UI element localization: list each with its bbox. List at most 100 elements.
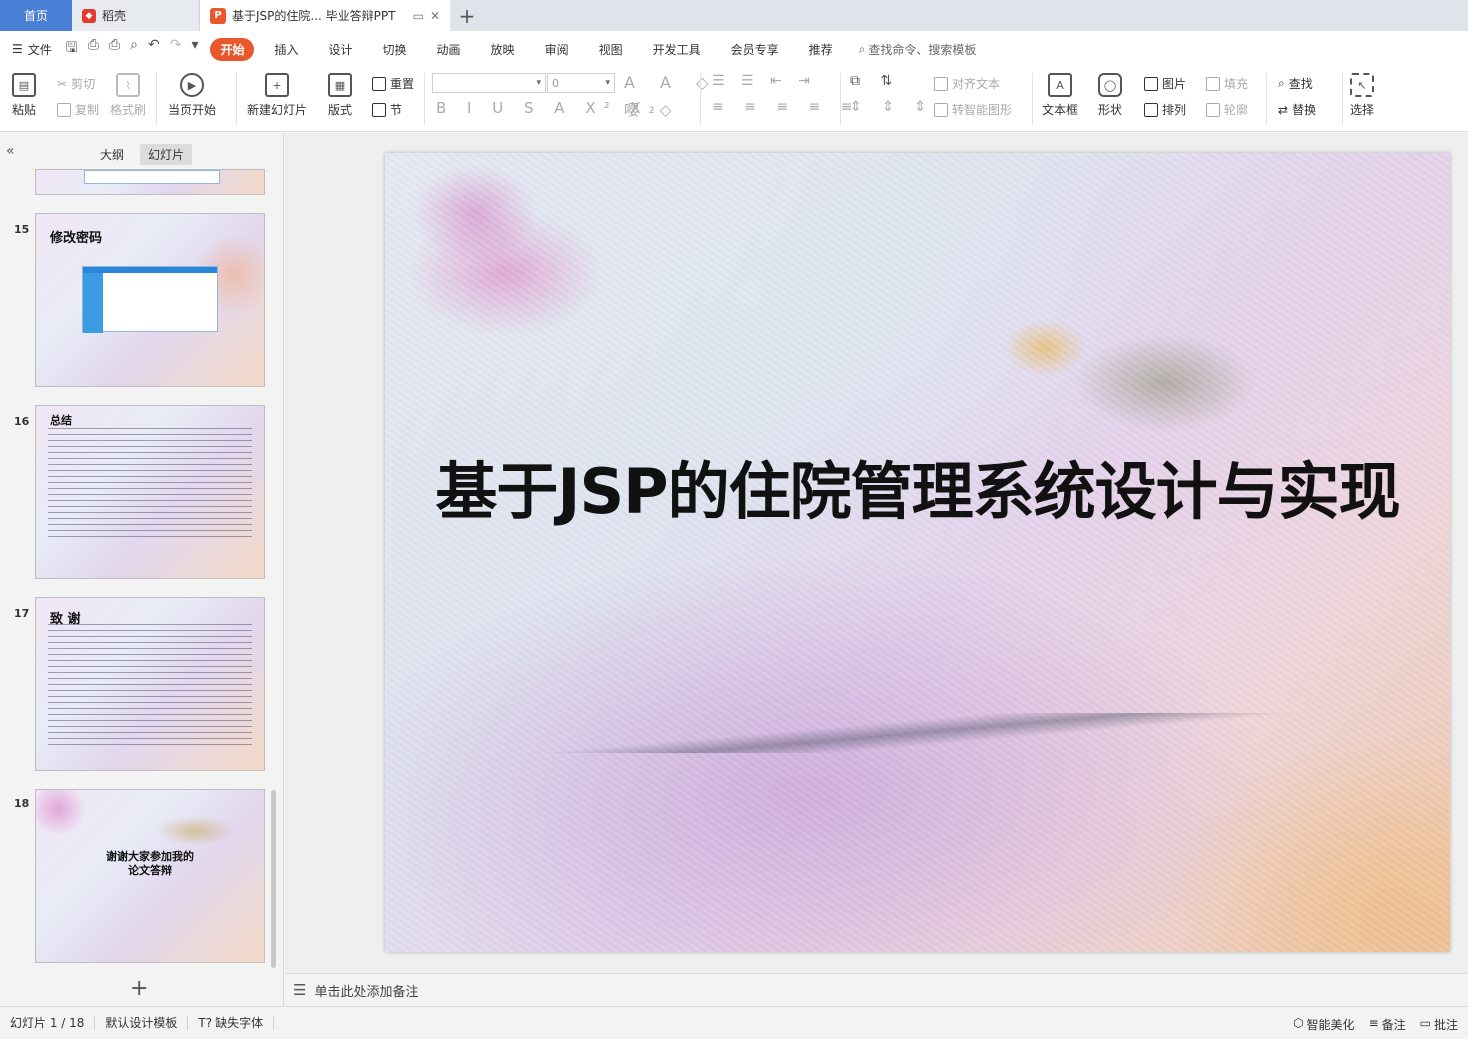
tab-document[interactable]: P 基于JSP的住院... 毕业答辩PPT ▭ ✕ <box>200 0 450 31</box>
slide-thumbnail[interactable]: 修改密码 <box>35 213 265 387</box>
align-text-button[interactable]: 对齐文本 <box>934 75 1000 92</box>
thumb-body-text <box>48 428 252 538</box>
reset-button[interactable]: 重置 <box>372 75 414 92</box>
current-slide[interactable]: 基于JSP的住院管理系统设计与实现 <box>385 153 1450 952</box>
copy-button[interactable]: 复制 <box>57 101 99 118</box>
outline-button[interactable]: 轮廓 <box>1206 101 1248 118</box>
font-size-select[interactable]: 0 <box>547 73 615 93</box>
customize-dropdown-icon[interactable]: ▾ <box>191 37 198 61</box>
command-search[interactable]: ⌕ 查找命令、搜索模板 <box>859 41 977 58</box>
tab-outline[interactable]: 大纲 <box>92 144 132 165</box>
arrange-button[interactable]: 排列 <box>1144 101 1186 118</box>
window-mode-icon[interactable]: ▭ <box>413 9 424 23</box>
tab-review[interactable]: 审阅 <box>535 38 579 61</box>
plus-icon: + <box>458 3 476 28</box>
redo-icon[interactable]: ↷ <box>170 37 182 61</box>
tab-docer[interactable]: ◆ 稻壳 <box>72 0 200 31</box>
collapse-panel-icon[interactable]: « <box>6 143 15 159</box>
fill-bucket-icon <box>1206 76 1220 91</box>
new-slide-label: 新建幻灯片 <box>247 103 308 117</box>
paragraph-align-icons[interactable]: ≡ ≡ ≡ ≡ ≡ <box>712 99 860 115</box>
menu-bar: ☰ 文件 🖫 ⎙ ⎙ ⌕ ↶ ↷ ▾ 开始 插入 设计 切换 动画 放映 审阅 … <box>0 31 1468 67</box>
select-label: 选择 <box>1350 103 1375 117</box>
new-slide-button[interactable]: + 新建幻灯片 <box>247 73 307 118</box>
picture-label: 图片 <box>1162 77 1187 91</box>
add-slide-icon[interactable]: + <box>130 976 148 1001</box>
new-tab-button[interactable]: + <box>450 0 484 31</box>
picture-button[interactable]: 图片 <box>1144 75 1186 92</box>
export-pdf-icon[interactable]: ⎙ <box>88 37 99 61</box>
notes-placeholder: 单击此处添加备注 <box>314 984 419 1000</box>
comment-icon: ▭ <box>1419 1016 1431 1030</box>
undo-icon[interactable]: ↶ <box>148 37 160 61</box>
tab-view[interactable]: 视图 <box>589 38 633 61</box>
close-tab-icon[interactable]: ✕ <box>430 9 440 23</box>
tab-insert[interactable]: 插入 <box>264 38 308 61</box>
list-icons[interactable]: ☰ ☰ ⇤ ⇥ <box>712 73 816 89</box>
slide-editor: 基于JSP的住院管理系统设计与实现 <box>285 133 1468 973</box>
section-button[interactable]: 节 <box>372 101 402 118</box>
slide-thumbnail[interactable]: 致 谢 <box>35 597 265 771</box>
smart-beautify-label: 智能美化 <box>1306 1018 1355 1032</box>
shapes-button[interactable]: ◯ 形状 <box>1098 73 1122 118</box>
tab-design[interactable]: 设计 <box>319 38 363 61</box>
format-painter-button[interactable]: ⌇ 格式刷 <box>110 73 146 118</box>
font-size-adjust-icons[interactable]: A A ◇ <box>624 73 718 92</box>
command-search-label: 查找命令、搜索模板 <box>868 42 977 57</box>
convert-smartart-button[interactable]: 转智能图形 <box>934 101 1012 118</box>
play-from-current-label: 当页开始 <box>168 103 217 117</box>
tab-slides[interactable]: 幻灯片 <box>140 144 193 165</box>
slide-thumbnail[interactable] <box>35 169 265 195</box>
textbox-icon: A <box>1048 73 1072 97</box>
slide-number: 18 <box>14 797 30 810</box>
smartart-icon <box>934 102 948 117</box>
tab-home-label: 首页 <box>23 9 48 23</box>
replace-label: 替换 <box>1292 103 1317 117</box>
tab-transition[interactable]: 切换 <box>373 38 417 61</box>
tab-recommend[interactable]: 推荐 <box>799 38 843 61</box>
tab-slideshow[interactable]: 放映 <box>481 38 525 61</box>
tab-animation[interactable]: 动画 <box>427 38 471 61</box>
smart-beautify-button[interactable]: ⬡ 智能美化 <box>1293 1016 1355 1033</box>
spacing-icons[interactable]: ⇕ ⇕ ⇕ <box>850 99 934 115</box>
find-button[interactable]: ⌕ 查找 <box>1278 75 1313 92</box>
section-label: 节 <box>390 103 403 117</box>
save-icon[interactable]: 🖫 <box>66 37 78 61</box>
replace-button[interactable]: ⇄ 替换 <box>1278 101 1316 118</box>
play-from-current-button[interactable]: ▶ 当页开始 <box>168 73 216 118</box>
text-direction-icons[interactable]: ⧉ ⇅ <box>850 73 900 89</box>
thumbnail-scrollbar[interactable] <box>271 790 276 968</box>
missing-font-button[interactable]: T? 缺失字体 <box>188 1016 275 1030</box>
layout-button[interactable]: ▦ 版式 <box>328 73 352 118</box>
align-text-label: 对齐文本 <box>952 77 1001 91</box>
notes-toggle-button[interactable]: ≡ 备注 <box>1369 1016 1406 1033</box>
print-preview-icon[interactable]: ⌕ <box>130 37 138 61</box>
ribbon: ▤ 粘贴 ✂ 剪切 复制 ⌇ 格式刷 ▶ 当页开始 + 新建幻灯片 ▦ 版式 重置… <box>0 67 1468 132</box>
outline-label: 轮廓 <box>1224 103 1249 117</box>
cut-button[interactable]: ✂ 剪切 <box>57 75 95 92</box>
notes-pane[interactable]: ☰ 单击此处添加备注 <box>285 973 1468 1006</box>
paste-button[interactable]: ▤ 粘贴 <box>12 73 36 118</box>
comments-button[interactable]: ▭ 批注 <box>1420 1016 1458 1033</box>
design-template[interactable]: 默认设计模板 <box>95 1016 189 1030</box>
tab-membership[interactable]: 会员专享 <box>721 38 789 61</box>
slide-thumbnail[interactable]: 谢谢大家参加我的 论文答辩 <box>35 789 265 963</box>
layout-label: 版式 <box>328 103 353 117</box>
print-icon[interactable]: ⎙ <box>109 37 120 61</box>
textbox-button[interactable]: A 文本框 <box>1042 73 1078 118</box>
tab-home[interactable]: 首页 <box>0 0 72 31</box>
tab-document-label: 基于JSP的住院... 毕业答辩PPT <box>232 9 396 23</box>
font-family-select[interactable] <box>432 73 546 93</box>
notes-icon: ☰ <box>293 981 307 999</box>
tab-developer[interactable]: 开发工具 <box>643 38 711 61</box>
slide-counter: 幻灯片 1 / 18 <box>0 1016 96 1030</box>
title-bar: 首页 ◆ 稻壳 P 基于JSP的住院... 毕业答辩PPT ▭ ✕ + <box>0 0 1468 31</box>
tab-start[interactable]: 开始 <box>210 37 255 61</box>
select-button[interactable]: ↖ 选择 <box>1350 73 1374 118</box>
fill-button[interactable]: 填充 <box>1206 75 1248 92</box>
thumb-body-text <box>48 624 252 746</box>
text-effect-icons[interactable]: 嘤 ◇ <box>624 99 679 120</box>
slide-thumbnail[interactable]: 总结 <box>35 405 265 579</box>
slide-title[interactable]: 基于JSP的住院管理系统设计与实现 <box>385 441 1450 531</box>
file-menu[interactable]: ☰ 文件 <box>12 41 52 58</box>
